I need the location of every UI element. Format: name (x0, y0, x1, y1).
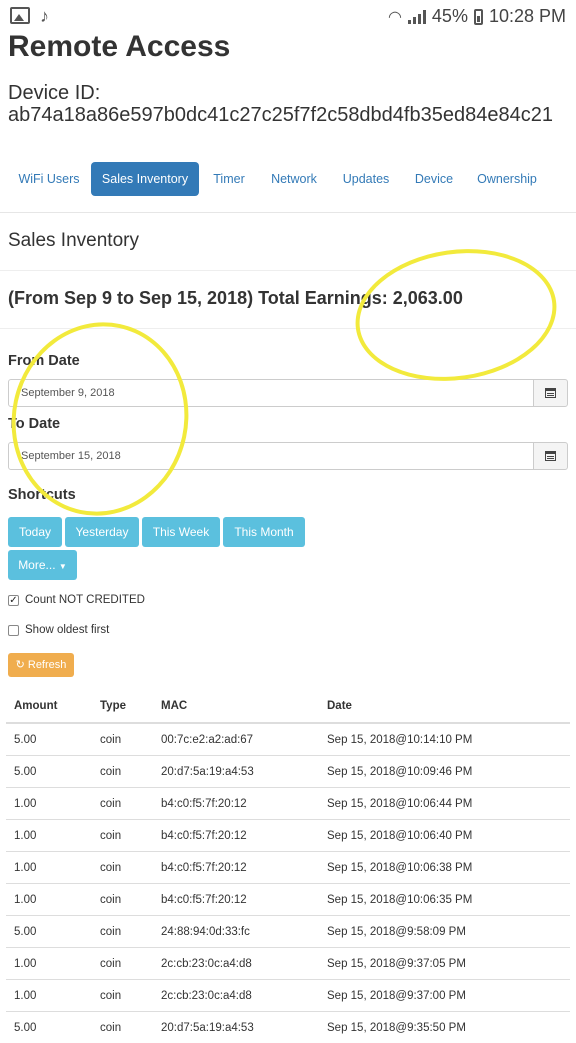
date-cell: Sep 15, 2018@10:06:44 PM (319, 788, 570, 820)
show-oldest-first-label: Show oldest first (25, 624, 109, 636)
date-cell: Sep 15, 2018@10:06:40 PM (319, 820, 570, 852)
signal-icon (408, 10, 426, 24)
amount-cell: 5.00 (6, 1012, 92, 1043)
this-month-button[interactable]: This Month (223, 517, 305, 547)
sales-table: Amount Type MAC Date 5.00coin00:7c:e2:a2… (6, 690, 570, 1043)
table-row: 1.00coin2c:cb:23:0c:a4:d8Sep 15, 2018@9:… (6, 948, 570, 980)
column-header-amount: Amount (6, 690, 92, 723)
earnings-highlight-circle (347, 237, 565, 394)
mac-cell: b4:c0:f5:7f:20:12 (153, 852, 319, 884)
amount-cell: 1.00 (6, 852, 92, 884)
date-cell: Sep 15, 2018@10:06:35 PM (319, 884, 570, 916)
calendar-icon (545, 451, 556, 461)
mac-cell: 20:d7:5a:19:a4:53 (153, 1012, 319, 1043)
amount-cell: 5.00 (6, 916, 92, 948)
date-cell: Sep 15, 2018@9:35:50 PM (319, 1012, 570, 1043)
type-cell: coin (92, 723, 153, 756)
tab-sales-inventory[interactable]: Sales Inventory (91, 162, 199, 196)
amount-cell: 1.00 (6, 948, 92, 980)
device-id-value: ab74a18a86e597b0dc41c27c25f7f2c58dbd4fb3… (8, 104, 553, 127)
mac-cell: 20:d7:5a:19:a4:53 (153, 756, 319, 788)
caret-down-icon: ▼ (59, 562, 67, 571)
amount-cell: 1.00 (6, 980, 92, 1012)
more-button-label: More... (18, 558, 55, 572)
tab-timer[interactable]: Timer (205, 162, 253, 196)
to-date-calendar-button[interactable] (533, 442, 568, 470)
tab-ownership[interactable]: Ownership (470, 162, 544, 196)
refresh-button[interactable]: ↻ Refresh (8, 653, 74, 677)
mac-cell: 00:7c:e2:a2:ad:67 (153, 723, 319, 756)
amount-cell: 1.00 (6, 820, 92, 852)
amount-cell: 1.00 (6, 884, 92, 916)
type-cell: coin (92, 852, 153, 884)
table-row: 1.00coin2c:cb:23:0c:a4:d8Sep 15, 2018@9:… (6, 980, 570, 1012)
amount-cell: 5.00 (6, 756, 92, 788)
amount-cell: 5.00 (6, 723, 92, 756)
count-not-credited-label: Count NOT CREDITED (25, 594, 145, 606)
show-oldest-first-checkbox[interactable] (8, 625, 19, 636)
type-cell: coin (92, 948, 153, 980)
date-cell: Sep 15, 2018@10:09:46 PM (319, 756, 570, 788)
table-row: 5.00coin24:88:94:0d:33:fcSep 15, 2018@9:… (6, 916, 570, 948)
mac-cell: b4:c0:f5:7f:20:12 (153, 884, 319, 916)
type-cell: coin (92, 1012, 153, 1043)
page-title: Remote Access (8, 30, 230, 64)
music-note-icon: ♪ (40, 8, 49, 24)
battery-percent: 45% (432, 6, 468, 27)
mac-cell: 24:88:94:0d:33:fc (153, 916, 319, 948)
nav-tabs: WiFi Users Sales Inventory Timer Network… (0, 160, 576, 213)
tab-device[interactable]: Device (408, 162, 460, 196)
type-cell: coin (92, 820, 153, 852)
table-row: 1.00coinb4:c0:f5:7f:20:12Sep 15, 2018@10… (6, 852, 570, 884)
date-cell: Sep 15, 2018@9:37:00 PM (319, 980, 570, 1012)
calendar-icon (545, 388, 556, 398)
date-cell: Sep 15, 2018@10:14:10 PM (319, 723, 570, 756)
date-cell: Sep 15, 2018@10:06:38 PM (319, 852, 570, 884)
today-button[interactable]: Today (8, 517, 62, 547)
type-cell: coin (92, 788, 153, 820)
wifi-icon: ◠ (388, 7, 402, 27)
table-row: 1.00coinb4:c0:f5:7f:20:12Sep 15, 2018@10… (6, 820, 570, 852)
table-row: 5.00coin20:d7:5a:19:a4:53Sep 15, 2018@10… (6, 756, 570, 788)
type-cell: coin (92, 884, 153, 916)
table-row: 5.00coin20:d7:5a:19:a4:53Sep 15, 2018@9:… (6, 1012, 570, 1043)
table-row: 1.00coinb4:c0:f5:7f:20:12Sep 15, 2018@10… (6, 788, 570, 820)
table-header-row: Amount Type MAC Date (6, 690, 570, 723)
table-row: 1.00coinb4:c0:f5:7f:20:12Sep 15, 2018@10… (6, 884, 570, 916)
column-header-mac: MAC (153, 690, 319, 723)
tab-wifi-users[interactable]: WiFi Users (9, 162, 89, 196)
date-cell: Sep 15, 2018@9:58:09 PM (319, 916, 570, 948)
status-bar: ♪ ◠ 45% 10:28 PM (0, 0, 576, 32)
clock: 10:28 PM (489, 6, 566, 27)
date-cell: Sep 15, 2018@9:37:05 PM (319, 948, 570, 980)
type-cell: coin (92, 756, 153, 788)
from-date-calendar-button[interactable] (533, 379, 568, 407)
type-cell: coin (92, 916, 153, 948)
column-header-date: Date (319, 690, 570, 723)
count-not-credited-option[interactable]: ✓ Count NOT CREDITED (8, 594, 145, 606)
tab-updates[interactable]: Updates (336, 162, 396, 196)
more-dropdown-button[interactable]: More... ▼ (8, 550, 77, 580)
battery-icon (474, 9, 483, 25)
yesterday-button[interactable]: Yesterday (65, 517, 139, 547)
amount-cell: 1.00 (6, 788, 92, 820)
refresh-icon: ↻ (16, 659, 25, 671)
refresh-label: Refresh (28, 659, 67, 671)
image-icon (10, 7, 30, 24)
table-row: 5.00coin00:7c:e2:a2:ad:67Sep 15, 2018@10… (6, 723, 570, 756)
column-header-type: Type (92, 690, 153, 723)
mac-cell: 2c:cb:23:0c:a4:d8 (153, 948, 319, 980)
type-cell: coin (92, 980, 153, 1012)
mac-cell: 2c:cb:23:0c:a4:d8 (153, 980, 319, 1012)
mac-cell: b4:c0:f5:7f:20:12 (153, 788, 319, 820)
section-title: Sales Inventory (8, 230, 139, 252)
device-id-label: Device ID: (8, 82, 100, 105)
mac-cell: b4:c0:f5:7f:20:12 (153, 820, 319, 852)
count-not-credited-checkbox[interactable]: ✓ (8, 595, 19, 606)
tab-network[interactable]: Network (263, 162, 325, 196)
show-oldest-first-option[interactable]: Show oldest first (8, 624, 109, 636)
this-week-button[interactable]: This Week (142, 517, 220, 547)
